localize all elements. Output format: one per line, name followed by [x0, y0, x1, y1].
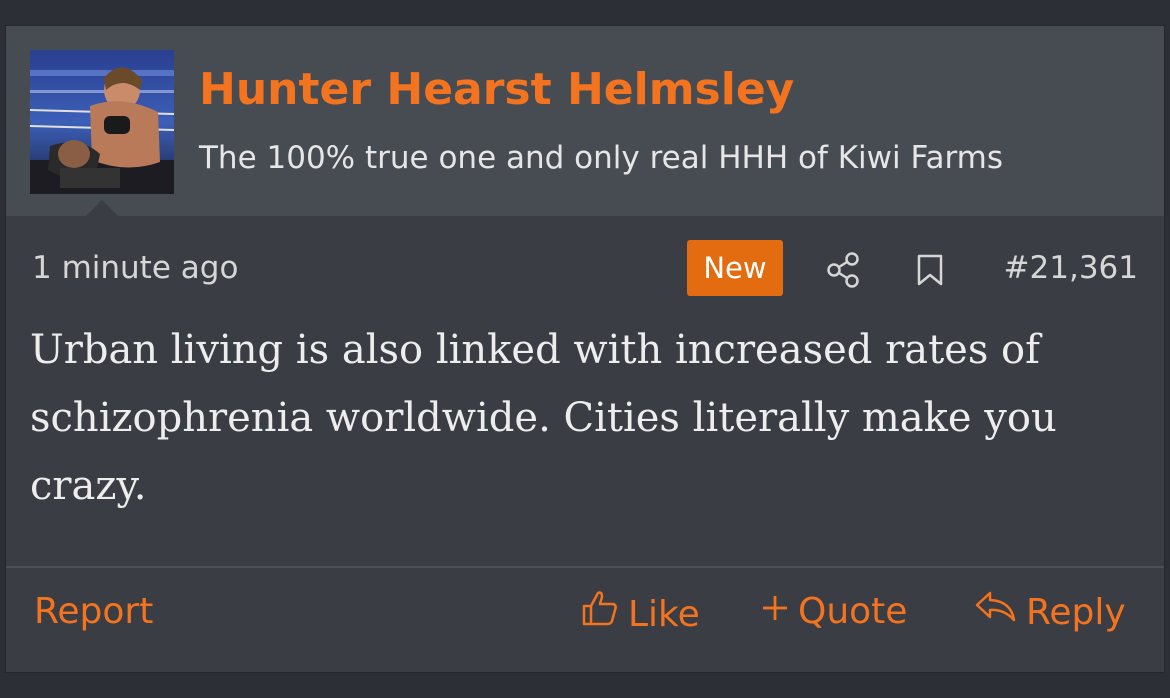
- report-label: Report: [34, 591, 154, 632]
- new-badge: New: [687, 240, 783, 296]
- bookmark-icon[interactable]: [912, 252, 948, 288]
- quote-button[interactable]: Quote: [760, 588, 907, 636]
- post-author-header: Hunter Hearst Helmsley The 100% true one…: [6, 26, 1164, 216]
- plus-icon: [760, 588, 790, 636]
- quote-label: Quote: [798, 591, 908, 632]
- post-number[interactable]: #21,361: [1004, 248, 1138, 288]
- reply-arrow-icon: [974, 588, 1018, 637]
- reply-button[interactable]: Reply: [974, 588, 1126, 637]
- post-meta-row: 1 minute ago New #21,361: [6, 240, 1164, 296]
- post-timestamp[interactable]: 1 minute ago: [32, 248, 238, 288]
- avatar[interactable]: [30, 50, 174, 194]
- like-label: Like: [628, 593, 700, 635]
- author-title: The 100% true one and only real HHH of K…: [199, 140, 1004, 176]
- share-icon[interactable]: [824, 250, 864, 290]
- like-button[interactable]: Like: [580, 588, 700, 641]
- footer-divider: [6, 566, 1164, 568]
- reply-label: Reply: [1026, 591, 1126, 633]
- thumbs-up-icon: [580, 588, 620, 641]
- post-card: Hunter Hearst Helmsley The 100% true one…: [6, 26, 1164, 672]
- post-body-text: Urban living is also linked with increas…: [30, 327, 1057, 509]
- header-caret: [86, 200, 118, 216]
- report-link[interactable]: Report: [34, 588, 153, 636]
- wrestler-avatar-image: [30, 50, 174, 194]
- author-name[interactable]: Hunter Hearst Helmsley: [199, 62, 794, 118]
